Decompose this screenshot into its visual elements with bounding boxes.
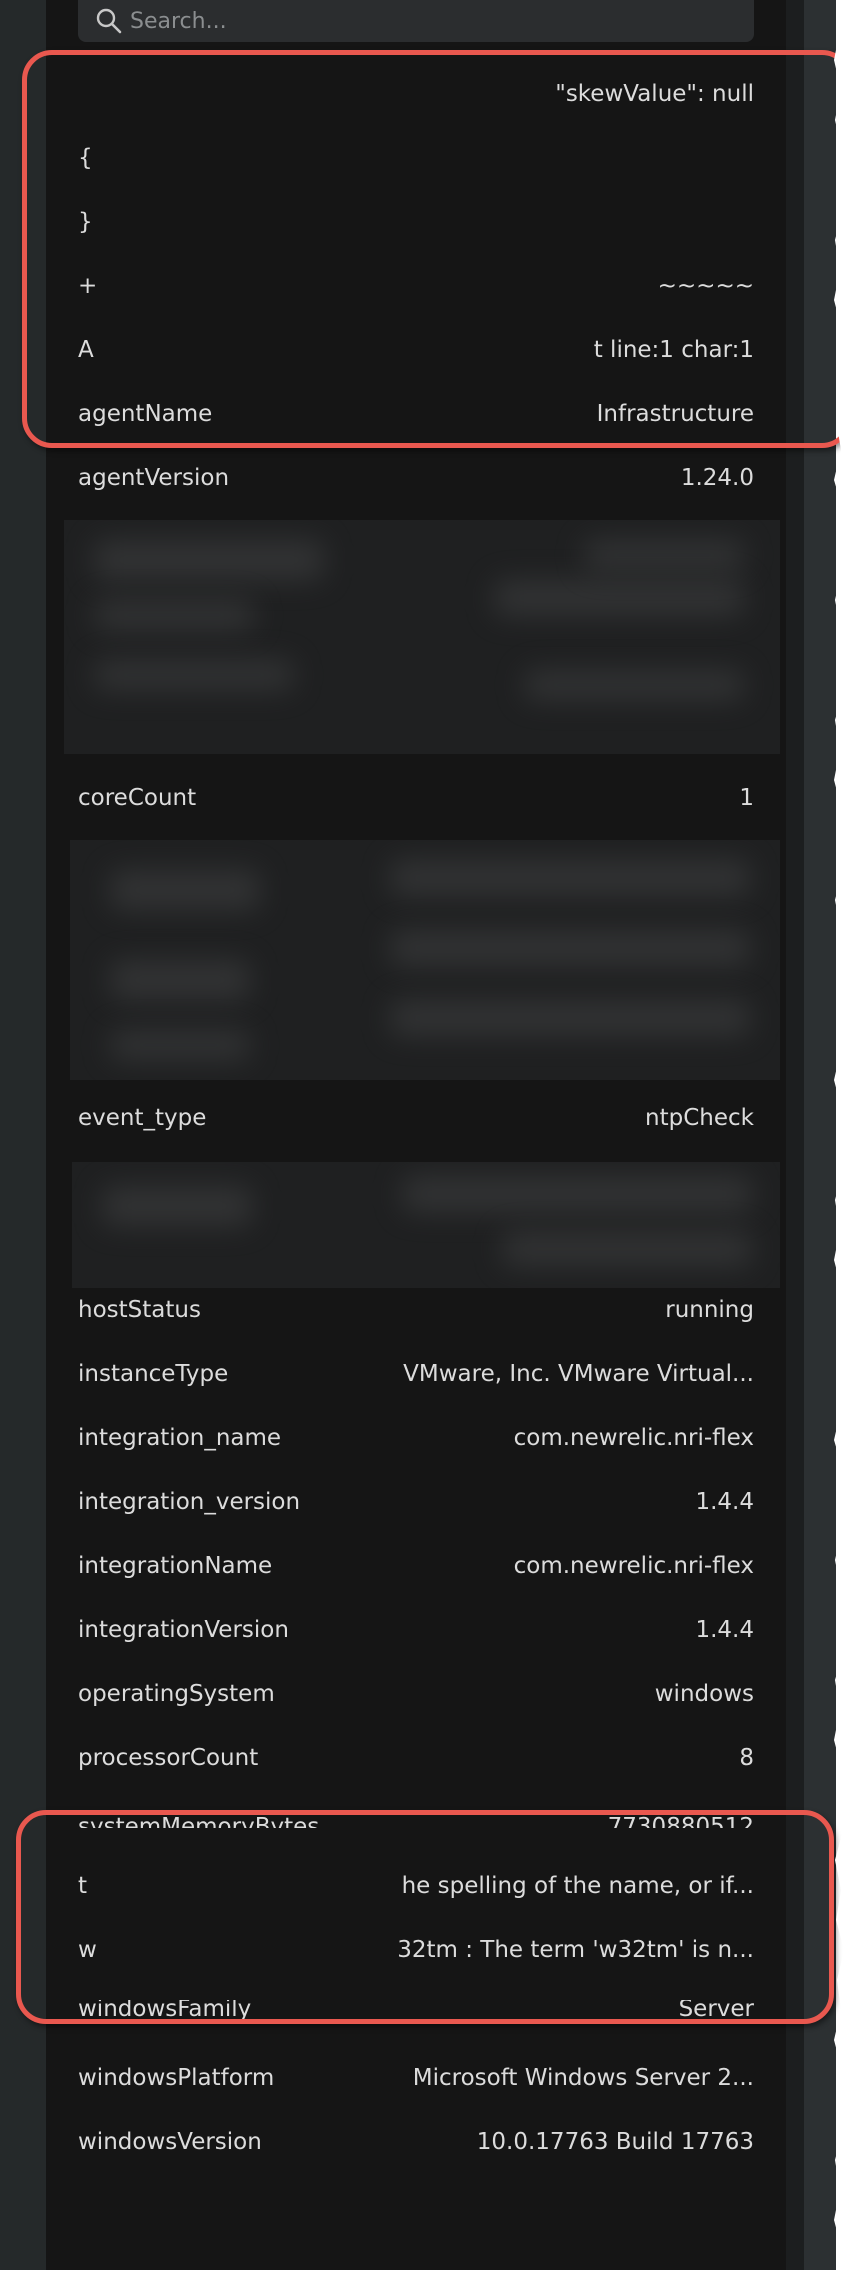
attribute-row[interactable]: agentVersion 1.24.0 [78,446,754,510]
attribute-value: "skewValue": null [555,81,754,107]
attribute-row[interactable]: event_type ntpCheck [78,1086,754,1150]
attribute-value: 1.4.4 [695,1489,754,1515]
attribute-key: windowsFamily [78,2000,252,2022]
attribute-value: 7730880512 [607,1814,754,1828]
attribute-row[interactable]: } [78,190,754,254]
attribute-value: 1.4.4 [695,1617,754,1643]
left-rail [0,0,46,2270]
search-icon [92,4,126,38]
attribute-key: operatingSystem [78,1681,275,1707]
attribute-key: agentVersion [78,465,230,491]
attribute-value: VMware, Inc. VMware Virtual... [403,1361,754,1387]
attribute-key: hostStatus [78,1297,201,1323]
app-screen: "skewValue": null { } + ~~~~~ A t line:1… [0,0,836,2270]
attribute-value: 8 [739,1745,754,1771]
search-bar[interactable] [78,0,754,42]
attribute-row[interactable]: { [78,126,754,190]
attribute-value: ~~~~~ [657,273,754,299]
attribute-row[interactable]: integration_version 1.4.4 [78,1470,754,1534]
attribute-value: he spelling of the name, or if... [401,1873,754,1899]
attribute-key: t [78,1873,88,1899]
torn-edge-bottom [0,2271,856,2282]
attribute-key: integration_version [78,1489,301,1515]
attribute-row[interactable]: hostStatus running [78,1278,754,1342]
attribute-row-partial[interactable]: windowsFamily Server [78,2000,754,2022]
attribute-value: ntpCheck [645,1105,754,1131]
attribute-value: 32tm : The term 'w32tm' is n... [397,1937,754,1963]
attribute-value: com.newrelic.nri-flex [513,1553,754,1579]
attribute-row[interactable]: agentName Infrastructure [78,382,754,446]
redacted-block [70,840,780,1080]
attribute-row[interactable]: coreCount 1 [78,766,754,830]
redacted-block [64,520,780,754]
attribute-key: instanceType [78,1361,229,1387]
attribute-value: 10.0.17763 Build 17763 [476,2129,754,2155]
redacted-block [72,1162,780,1288]
attribute-key: A [78,337,94,363]
attribute-row[interactable]: t he spelling of the name, or if... [78,1854,754,1918]
attribute-value: windows [654,1681,754,1707]
search-input[interactable] [126,6,754,36]
attribute-key: processorCount [78,1745,259,1771]
attribute-key: systemMemoryBytes [78,1814,320,1828]
attribute-key: windowsPlatform [78,2065,275,2091]
attribute-key: event_type [78,1105,207,1131]
attribute-value: Server [678,2000,754,2022]
panel-scrollbar-track[interactable] [786,0,804,2270]
attribute-row[interactable]: "skewValue": null [78,62,754,126]
attribute-key: agentName [78,401,213,427]
attribute-key: w [78,1937,97,1963]
attribute-value: Infrastructure [596,401,754,427]
attribute-row[interactable]: windowsPlatform Microsoft Windows Server… [78,2046,754,2110]
attribute-row[interactable]: operatingSystem windows [78,1662,754,1726]
attribute-key: coreCount [78,785,197,811]
attribute-key: integration_name [78,1425,282,1451]
attribute-row[interactable]: + ~~~~~ [78,254,754,318]
torn-edge-right [834,0,856,2282]
attribute-row[interactable]: integration_name com.newrelic.nri-flex [78,1406,754,1470]
attribute-key: } [78,209,93,235]
attribute-key: { [78,145,93,171]
attribute-value: t line:1 char:1 [593,337,754,363]
attribute-value: Microsoft Windows Server 2... [412,2065,754,2091]
attribute-key: integrationVersion [78,1617,289,1643]
attribute-row[interactable]: w 32tm : The term 'w32tm' is n... [78,1918,754,1982]
attribute-value: com.newrelic.nri-flex [513,1425,754,1451]
attribute-value: 1 [739,785,754,811]
attribute-row-partial[interactable]: systemMemoryBytes 7730880512 [78,1806,754,1828]
attribute-value: running [665,1297,754,1323]
attribute-row[interactable]: A t line:1 char:1 [78,318,754,382]
attribute-row[interactable]: integrationVersion 1.4.4 [78,1598,754,1662]
attribute-value: 1.24.0 [680,465,754,491]
attribute-row[interactable]: processorCount 8 [78,1726,754,1790]
attribute-row[interactable]: integrationName com.newrelic.nri-flex [78,1534,754,1598]
attribute-key: + [78,273,98,299]
attribute-key: windowsVersion [78,2129,262,2155]
attribute-row[interactable]: windowsVersion 10.0.17763 Build 17763 [78,2110,754,2174]
attribute-row[interactable]: instanceType VMware, Inc. VMware Virtual… [78,1342,754,1406]
attribute-key: integrationName [78,1553,273,1579]
